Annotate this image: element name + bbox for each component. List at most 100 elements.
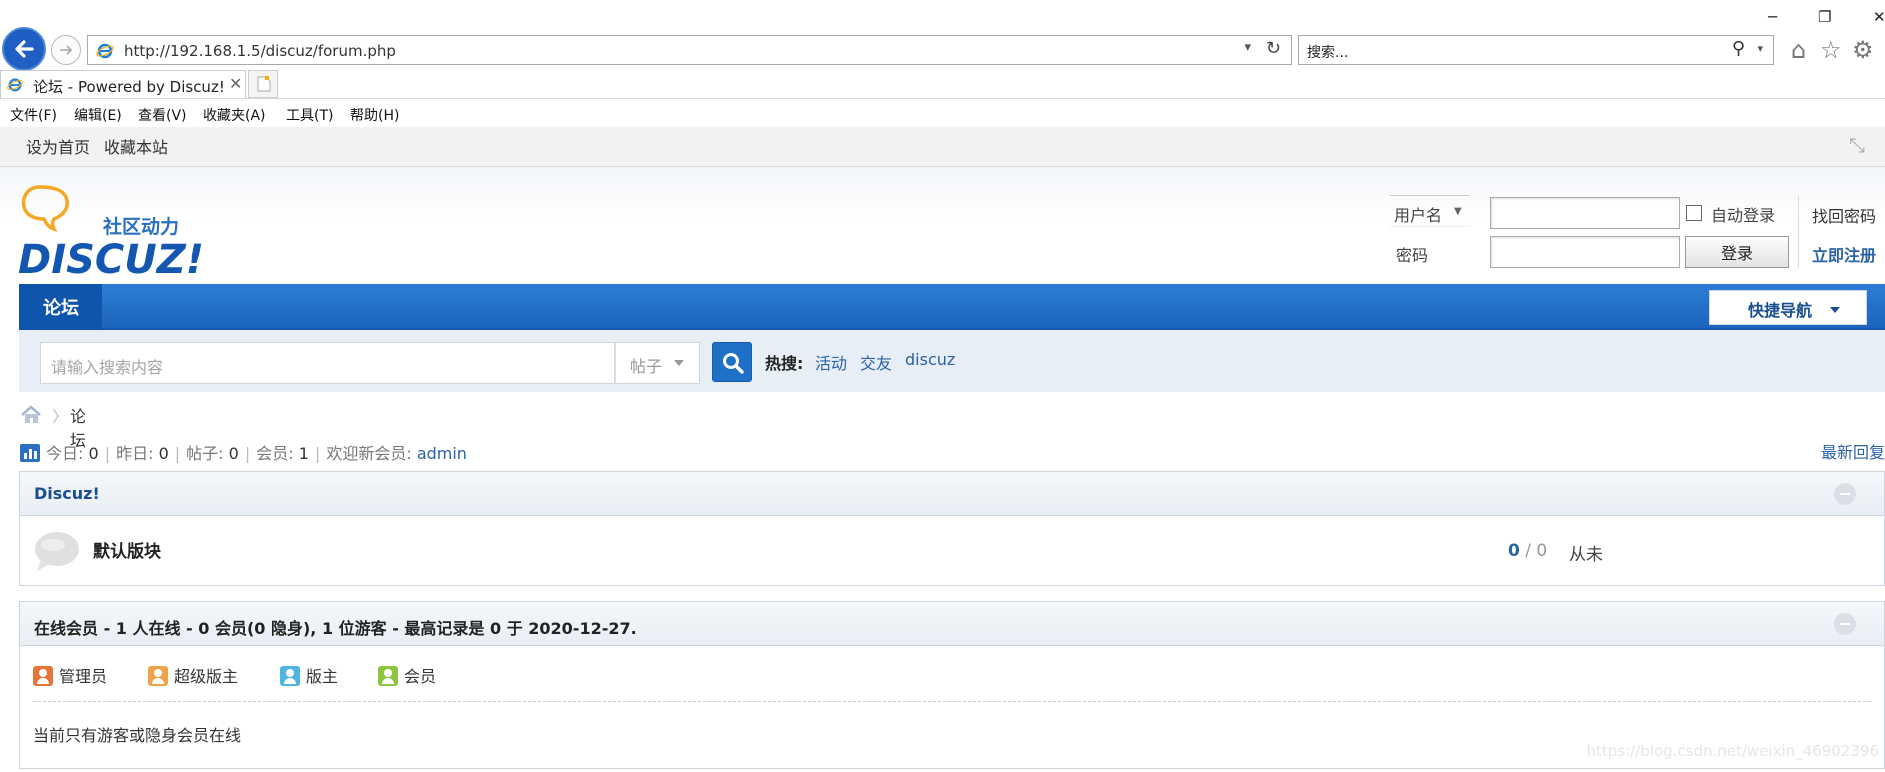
menu-edit[interactable]: 编辑(E) [74, 105, 122, 125]
watermark: https://blog.csdn.net/weixin_46902396 [1586, 742, 1879, 760]
home-icon[interactable]: ⌂ [1791, 36, 1806, 64]
bookmark-site-link[interactable]: 收藏本站 [104, 134, 168, 158]
search-type-select[interactable]: 帖子 [615, 342, 700, 384]
caret-down-icon [674, 360, 684, 366]
quick-nav-label: 快捷导航 [1748, 301, 1813, 320]
nav-item-forum[interactable]: 论坛 [19, 284, 102, 330]
username-label: 用户名 [1394, 206, 1443, 225]
collapse-category-icon[interactable] [1834, 483, 1856, 505]
minimize-button[interactable]: ─ [1768, 8, 1777, 26]
menu-file[interactable]: 文件(F) [10, 105, 57, 125]
new-tab-icon [257, 76, 271, 92]
nav-item-label: 论坛 [43, 298, 79, 319]
divider [33, 701, 1871, 702]
menu-help[interactable]: 帮助(H) [350, 105, 399, 125]
online-header: 在线会员 - 1 人在线 - 0 会员(0 隐身), 1 位游客 - 最高记录是… [20, 602, 1884, 646]
quick-nav-button[interactable]: 快捷导航 [1709, 290, 1867, 325]
menu-favorites[interactable]: 收藏夹(A) [203, 105, 266, 125]
search-icon [723, 353, 744, 374]
forum-count-separator: / [1519, 541, 1537, 561]
tab-title: 论坛 - Powered by Discuz! [33, 78, 225, 96]
home-icon[interactable] [20, 405, 42, 425]
legend-moderator: 版主 [280, 663, 338, 687]
search-icon[interactable]: ⚲ [1732, 38, 1745, 59]
auto-login-checkbox[interactable] [1686, 205, 1702, 221]
category-title[interactable]: Discuz! [34, 484, 100, 503]
forgot-password-link[interactable]: 找回密码 [1812, 203, 1876, 227]
discuz-logo[interactable]: 社区动力 DISCUZ! [18, 183, 208, 283]
search-dropdown-icon[interactable]: ▾ [1757, 42, 1763, 55]
close-button[interactable]: ✕ [1873, 8, 1885, 26]
forum-last-post: 从未 [1569, 545, 1603, 565]
collapse-icon[interactable]: ⤡ [1849, 135, 1869, 155]
ie-icon [96, 43, 114, 59]
settings-gear-icon[interactable]: ⚙ [1852, 36, 1874, 64]
browser-search-placeholder[interactable]: 搜索... [1307, 42, 1348, 62]
member-user-icon [378, 666, 398, 686]
hot-search-link[interactable]: discuz [905, 350, 955, 369]
refresh-icon[interactable]: ↻ [1266, 38, 1281, 59]
forward-button[interactable] [51, 35, 81, 65]
admin-user-icon [33, 666, 53, 686]
legend-super-moderator: 超级版主 [148, 663, 238, 687]
latest-replies-link[interactable]: 最新回复 [1821, 439, 1885, 463]
site-toolbar: 设为首页 收藏本站 ⤡ [0, 127, 1885, 167]
username-type-dropdown[interactable]: 用户名 ▼ [1390, 195, 1470, 227]
stat-yesterday: 0 [158, 444, 169, 463]
restore-button[interactable]: ❐ [1818, 8, 1831, 26]
forum-bubble-icon [35, 532, 79, 571]
site-search-placeholder[interactable]: 请输入搜索内容 [51, 354, 163, 378]
menu-view[interactable]: 查看(V) [138, 105, 187, 125]
newest-member-link[interactable]: admin [417, 444, 467, 463]
url-text[interactable]: http://192.168.1.5/discuz/forum.php [124, 42, 396, 60]
address-dropdown-icon[interactable]: ▾ [1244, 40, 1251, 55]
login-button[interactable]: 登录 [1685, 236, 1789, 268]
set-homepage-link[interactable]: 设为首页 [26, 134, 90, 158]
forum-counts: 0 / 0 [1508, 541, 1547, 561]
chevron-down-icon: ▼ [1454, 206, 1462, 217]
online-title[interactable]: 在线会员 - 1 人在线 - 0 会员(0 隐身), 1 位游客 - 最高记录是… [34, 615, 637, 639]
main-nav: 论坛 [19, 284, 1885, 330]
tab-ie-icon [7, 78, 23, 92]
auto-login-label[interactable]: 自动登录 [1711, 202, 1775, 226]
stat-members-label: 会员: [256, 444, 294, 463]
logo-tagline: 社区动力 [102, 215, 179, 238]
site-search-input[interactable]: 请输入搜索内容 [40, 342, 615, 384]
password-label: 密码 [1396, 246, 1429, 265]
stat-posts-label: 帖子: [186, 444, 224, 463]
forward-arrow-icon [60, 45, 73, 55]
password-input[interactable] [1490, 236, 1680, 268]
breadcrumb-separator-icon: 〉 [52, 407, 69, 426]
favorites-star-icon[interactable]: ☆ [1820, 36, 1842, 64]
legend-member-label: 会员 [404, 667, 437, 686]
search-type-label: 帖子 [630, 357, 663, 376]
legend-member: 会员 [378, 663, 436, 687]
moderator-user-icon [280, 666, 300, 686]
hot-search-link[interactable]: 交友 [860, 350, 892, 374]
super-moderator-user-icon [148, 666, 168, 686]
collapse-online-icon[interactable] [1834, 613, 1856, 635]
search-button[interactable] [712, 342, 752, 382]
tab-close-icon[interactable]: ✕ [229, 74, 242, 93]
hot-search-link[interactable]: 活动 [815, 350, 847, 374]
back-arrow-icon [15, 40, 34, 58]
hot-search-label: 热搜: [765, 354, 804, 373]
address-bar[interactable]: http://192.168.1.5/discuz/forum.php ▾ ↻ [87, 35, 1292, 65]
menu-tools[interactable]: 工具(T) [286, 105, 333, 125]
browser-search-box[interactable]: 搜索... ⚲ ▾ [1298, 35, 1774, 65]
newest-member-label: 欢迎新会员: [326, 444, 412, 463]
back-button[interactable] [2, 27, 46, 71]
username-input[interactable] [1490, 197, 1680, 229]
menu-bar: 文件(F) 编辑(E) 查看(V) 收藏夹(A) 工具(T) 帮助(H) [0, 98, 1885, 127]
forum-category-box: Discuz! [19, 471, 1885, 586]
register-link[interactable]: 立即注册 [1812, 242, 1876, 266]
stat-yesterday-label: 昨日: [116, 444, 154, 463]
new-tab-button[interactable] [248, 70, 278, 98]
stat-members: 1 [298, 444, 309, 463]
stat-today: 0 [88, 444, 99, 463]
browser-chrome: ─ ❐ ✕ http://192.168.1.5/discuz/forum.ph… [0, 0, 1885, 127]
category-header: Discuz! [20, 472, 1884, 516]
browser-tab[interactable]: 论坛 - Powered by Discuz! ✕ [0, 70, 246, 98]
forum-name-link[interactable]: 默认版块 [93, 537, 161, 562]
legend-admin-label: 管理员 [59, 667, 108, 686]
